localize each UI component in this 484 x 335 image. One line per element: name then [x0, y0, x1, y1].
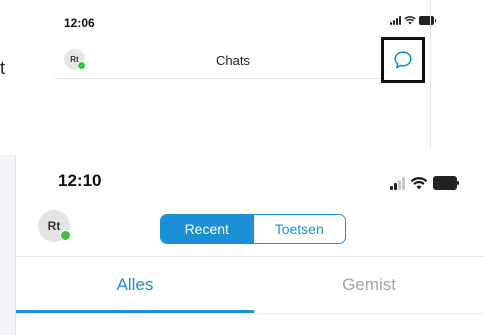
segment-recent[interactable]: Recent — [161, 215, 253, 243]
avatar[interactable]: Rt — [64, 49, 86, 70]
status-time: 12:06 — [64, 16, 95, 30]
header-divider — [54, 78, 416, 79]
battery-icon — [419, 16, 436, 25]
battery-icon — [433, 176, 459, 190]
cropped-text-fragment: t — [0, 58, 6, 78]
tab-gemist[interactable]: Gemist — [254, 259, 484, 311]
edge-divider — [430, 0, 431, 150]
recent-calls-screenshot: 12:10 Rt Recent Toetsen Alles Gemist — [0, 155, 484, 335]
wifi-icon — [404, 16, 416, 25]
segment-toetsen[interactable]: Toetsen — [252, 215, 345, 243]
presence-online-indicator — [60, 230, 71, 241]
view-segmented-control: Recent Toetsen — [160, 214, 346, 244]
avatar-initials: Rt — [47, 219, 61, 233]
wifi-icon — [410, 176, 428, 189]
signal-bars-icon — [390, 176, 405, 190]
page-title: Chats — [216, 53, 250, 68]
avatar[interactable]: Rt — [38, 210, 71, 242]
left-edge-panel — [0, 155, 16, 335]
signal-bars-icon — [390, 16, 401, 25]
chats-header-screenshot: 12:06 Rt Chats — [40, 0, 436, 150]
tab-alles[interactable]: Alles — [16, 259, 254, 311]
status-time: 12:10 — [58, 171, 102, 190]
status-icons — [390, 176, 459, 190]
presence-online-indicator — [77, 61, 86, 70]
tabs-divider — [16, 313, 484, 314]
chat-bubble-icon — [394, 51, 412, 69]
status-icons — [390, 16, 436, 25]
header-divider — [16, 256, 484, 257]
new-chat-button[interactable] — [381, 37, 425, 83]
